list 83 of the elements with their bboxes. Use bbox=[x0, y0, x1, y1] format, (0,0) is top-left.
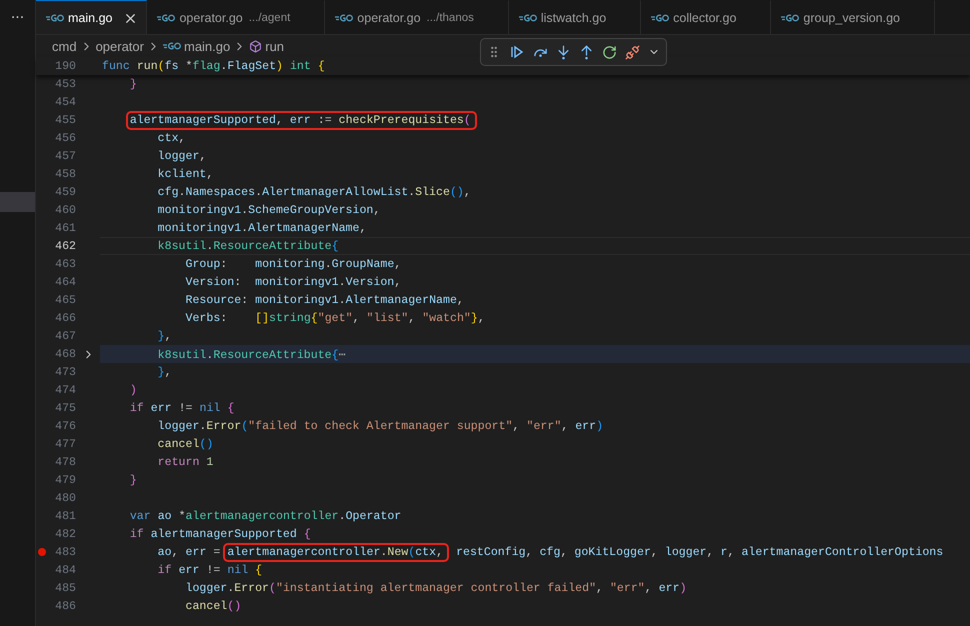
code-text: }, bbox=[158, 366, 172, 378]
code-text: kclient, bbox=[158, 168, 214, 180]
code-text: alertmanagercontroller.New(ctx, bbox=[227, 546, 444, 558]
breadcrumb-item[interactable]: run bbox=[265, 38, 284, 54]
line-number: 486 bbox=[54, 600, 76, 612]
code-text: monitoringv1.SchemeGroupVersion, bbox=[158, 204, 380, 216]
line-number: 485 bbox=[54, 582, 76, 594]
code-text: } bbox=[130, 474, 137, 486]
code-text: logger, bbox=[158, 150, 206, 162]
line-number: 457 bbox=[54, 150, 76, 162]
line-number: 465 bbox=[54, 294, 76, 306]
file-type-icon bbox=[651, 13, 670, 23]
line-number: 483 bbox=[54, 546, 76, 558]
editor-tab[interactable]: main.go bbox=[36, 0, 148, 34]
code-text: logger.Error("failed to check Alertmanager support", "err", err) bbox=[158, 420, 604, 432]
file-type-icon bbox=[162, 41, 181, 51]
code-text: if err != nil { bbox=[158, 564, 262, 576]
code-text: alertmanagerSupported, err := checkPrerequisites( bbox=[130, 114, 471, 126]
line-number: 479 bbox=[54, 474, 76, 486]
file-type-icon bbox=[157, 13, 176, 23]
code-text: k8sutil.ResourceAttribute{⋯ bbox=[158, 348, 346, 362]
line-number: 476 bbox=[54, 420, 76, 432]
breadcrumb-item[interactable]: cmd bbox=[52, 38, 77, 54]
line-number: 478 bbox=[54, 456, 76, 468]
code-text: if alertmanagerSupported { bbox=[130, 528, 311, 540]
line-number: 477 bbox=[54, 438, 76, 450]
sidebar-selection bbox=[0, 192, 35, 212]
line-number: 481 bbox=[54, 510, 76, 522]
code-text: return 1 bbox=[158, 456, 214, 468]
line-number: 473 bbox=[54, 366, 76, 378]
code-text: cancel() bbox=[158, 438, 214, 450]
line-number: 461 bbox=[54, 222, 76, 234]
code-text: restConfig, cfg, goKitLogger, logger, r, alertmanagerControllerOptions bbox=[456, 546, 944, 558]
line-number: 463 bbox=[54, 258, 76, 270]
line-number: 484 bbox=[54, 564, 76, 576]
line-number: 458 bbox=[54, 168, 76, 180]
plug-icon[interactable] bbox=[625, 44, 640, 60]
file-type-icon bbox=[781, 13, 800, 23]
breakpoint-dot[interactable] bbox=[38, 548, 46, 556]
code-text: } bbox=[130, 78, 137, 90]
step-into-icon[interactable] bbox=[556, 44, 571, 60]
line-number: 190 bbox=[54, 60, 76, 72]
code-text: ) bbox=[130, 384, 137, 396]
code-text: }, bbox=[158, 330, 172, 342]
file-type-icon bbox=[518, 13, 537, 23]
line-number: 460 bbox=[54, 204, 76, 216]
code-text: if err != nil { bbox=[130, 402, 234, 414]
breadcrumb-item[interactable]: operator bbox=[96, 38, 144, 54]
line-number: 453 bbox=[54, 78, 76, 90]
line-number: 468 bbox=[54, 348, 76, 360]
code-text: func run(fs *flag.FlagSet) int { bbox=[102, 60, 325, 72]
line-number: 466 bbox=[54, 312, 76, 324]
step-out-icon[interactable] bbox=[579, 44, 594, 60]
line-number: 459 bbox=[54, 186, 76, 198]
restart-icon[interactable] bbox=[602, 44, 617, 60]
code-text: cancel() bbox=[186, 600, 242, 612]
code-text: cfg.Namespaces.AlertmanagerAllowList.Slice(), bbox=[158, 186, 471, 198]
line-number: 462 bbox=[54, 240, 76, 252]
line-number: 454 bbox=[54, 96, 76, 108]
continue-icon[interactable] bbox=[509, 44, 525, 60]
line-number: 474 bbox=[54, 384, 76, 396]
line-number: 455 bbox=[54, 114, 76, 126]
line-number: 464 bbox=[54, 276, 76, 288]
file-type-icon bbox=[46, 13, 64, 23]
code-text: ao, err = bbox=[158, 546, 220, 558]
breadcrumb-item[interactable]: main.go bbox=[184, 38, 230, 54]
line-number: 482 bbox=[54, 528, 76, 540]
code-text: var ao *alertmanagercontroller.Operator bbox=[130, 510, 402, 522]
code-text: Verbs: []string{"get", "list", "watch"}, bbox=[186, 312, 485, 324]
cube-icon bbox=[249, 40, 262, 52]
code-text: ctx, bbox=[158, 132, 186, 144]
line-number: 467 bbox=[54, 330, 76, 342]
code-text: Group: monitoring.GroupName, bbox=[186, 258, 402, 270]
file-type-icon bbox=[335, 13, 354, 23]
line-number: 475 bbox=[54, 402, 76, 414]
code-text: Version: monitoringv1.Version, bbox=[186, 276, 402, 288]
line-number: 456 bbox=[54, 132, 76, 144]
line-number: 480 bbox=[54, 492, 76, 504]
more-button[interactable]: ··· bbox=[0, 0, 35, 35]
code-text: k8sutil.ResourceAttribute{ bbox=[158, 240, 339, 252]
code-text: logger.Error("instantiating alertmanager controller failed", "err", err) bbox=[186, 582, 687, 594]
code-text: monitoringv1.AlertmanagerName, bbox=[158, 222, 366, 234]
code-text: Resource: monitoringv1.AlertmanagerName, bbox=[186, 294, 464, 306]
